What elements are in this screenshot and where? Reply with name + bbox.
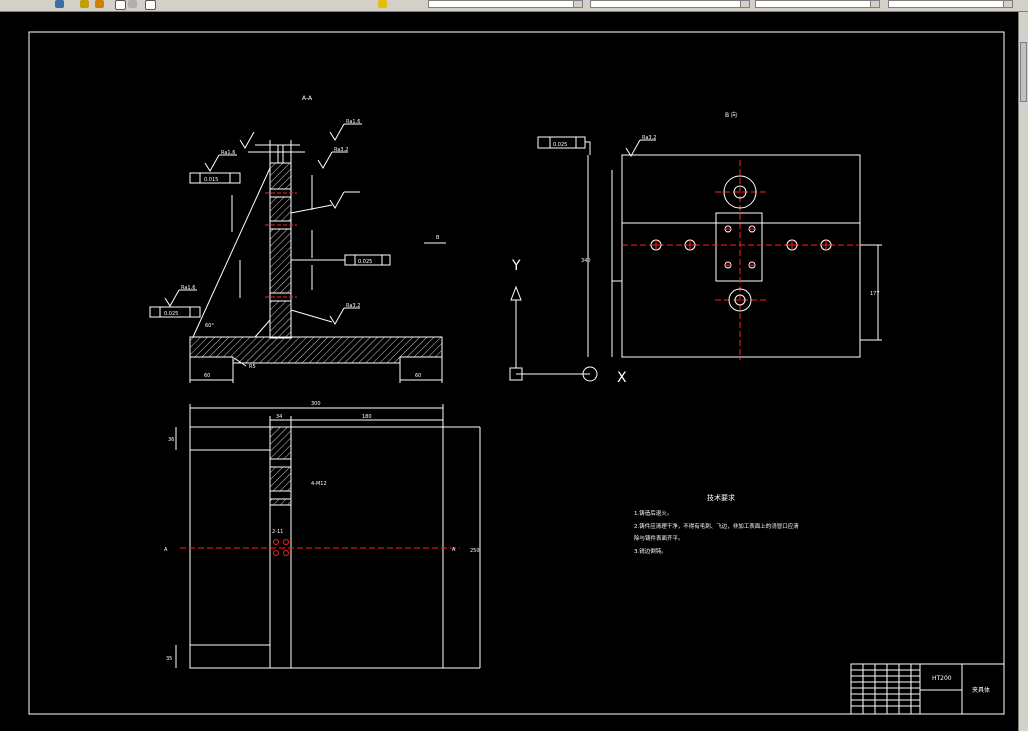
roughness-2: Ra1.6 (221, 150, 235, 156)
plan-small-hole (273, 550, 279, 556)
note-item: 2.铸件应清理干净，不得有毛刺、飞边，非加工表面上的浇冒口应清 (634, 522, 799, 530)
section-view: A-A 60 60 R5 60° Ra1.6 Ra1.6 Ra3.2 Ra1.6… (149, 95, 446, 383)
roughness-symbol (329, 191, 345, 209)
direction-label: B (436, 235, 440, 241)
rib-line (192, 167, 271, 338)
drawing-svg: A-A 60 60 R5 60° Ra1.6 Ra1.6 Ra3.2 Ra1.6… (28, 31, 1005, 715)
dim-small-2: 2-11 (272, 529, 283, 535)
dim-bottom-right: 60 (415, 373, 421, 379)
roughness-symbol (329, 123, 345, 141)
technical-notes: 技术要求 1.铸造后退火。 2.铸件应清理干净，不得有毛刺、飞边，非加工表面上的… (634, 493, 799, 555)
title-block-name: 夹具体 (972, 686, 990, 694)
roughness-symbol (204, 154, 220, 172)
tool-icon[interactable] (80, 0, 89, 8)
toolbar (0, 0, 1028, 12)
dim-side-2: 35 (166, 656, 172, 662)
layer-combo[interactable] (428, 0, 583, 8)
dim-top-left: 34 (276, 414, 282, 420)
tool-icon[interactable] (378, 0, 387, 8)
plan-view: 300 34 180 250 36 35 4-M12 2-11 A A (164, 401, 481, 669)
leader (585, 141, 591, 155)
roughness-1: Ra1.6 (346, 119, 360, 125)
tool-icon[interactable] (55, 0, 64, 8)
roughness-symbol (317, 151, 333, 169)
view-label: B 向 (725, 111, 737, 119)
tolerance-perp: 0.025 (358, 259, 372, 265)
note-item: 1.铸造后退火。 (634, 509, 672, 517)
dim-top-right: 180 (362, 414, 372, 420)
roughness-5: Ra3.2 (346, 303, 360, 309)
tolerance-right: 0.025 (553, 142, 567, 148)
plan-small-hole (273, 539, 279, 545)
tool-icon[interactable] (128, 0, 137, 8)
dim-angle: 60° (205, 323, 214, 329)
plan-hole-1 (269, 458, 292, 468)
ucs-y-arrow (510, 285, 522, 301)
chevron-down-icon[interactable] (573, 1, 582, 7)
dim-bottom-left: 60 (204, 373, 210, 379)
linetype-combo[interactable] (755, 0, 880, 8)
chevron-down-icon[interactable] (870, 1, 879, 7)
dim-hole: 4-M12 (311, 481, 327, 487)
tool-icon[interactable] (115, 0, 126, 10)
b-dim-height: 340 (581, 258, 591, 264)
drawing-frame-outer (28, 31, 1005, 715)
ucs-y-label: Y (511, 258, 521, 274)
roughness-4: Ra1.6 (181, 285, 195, 291)
plan-small-hole (283, 539, 289, 545)
note-item: 除与铸件表面齐平。 (634, 534, 684, 542)
dim-left-side: 250 (470, 548, 480, 554)
plan-small-hole (283, 550, 289, 556)
base-hatch (189, 336, 443, 364)
dim-side-1: 36 (168, 437, 174, 443)
lineweight-combo[interactable] (888, 0, 1013, 8)
tool-icon[interactable] (95, 0, 104, 8)
section-marker-right: A (452, 547, 456, 553)
tolerance-bottom: 0.025 (164, 311, 178, 317)
scrollbar-thumb[interactable] (1020, 42, 1027, 102)
dim-r5: R5 (249, 364, 256, 370)
roughness-3: Ra3.2 (334, 147, 348, 153)
title-block: HT200 夹具体 (850, 663, 1005, 715)
tool-icon[interactable] (145, 0, 156, 10)
roughness-6: Ra3.2 (642, 135, 656, 141)
notes-title: 技术要求 (707, 493, 735, 502)
roughness-symbol (239, 131, 255, 149)
title-block-code: HT200 (932, 675, 952, 682)
b-dim-right: 177 (870, 291, 880, 297)
chevron-down-icon[interactable] (740, 1, 749, 7)
ucs-x-label: X (617, 370, 627, 386)
vertical-scrollbar[interactable] (1018, 12, 1028, 731)
roughness-symbol (625, 139, 641, 157)
roughness-symbol (164, 289, 180, 307)
leader (290, 309, 333, 323)
dim-top-width: 300 (311, 401, 321, 407)
rib-line-2 (254, 319, 271, 338)
drawing-canvas[interactable]: A-A 60 60 R5 60° Ra1.6 Ra1.6 Ra3.2 Ra1.6… (0, 12, 1018, 731)
section-label: A-A (302, 95, 313, 102)
color-combo[interactable] (590, 0, 750, 8)
plan-hole-2 (269, 490, 292, 500)
tolerance-left: 0.015 (204, 177, 218, 183)
note-item: 3.锐边倒钝。 (634, 547, 667, 555)
plate-outline (621, 154, 861, 358)
b-view: B 向 340 177 0.025 Ra3.2 Y X (509, 111, 882, 386)
section-marker-left: A (164, 547, 168, 553)
chevron-down-icon[interactable] (1003, 1, 1012, 7)
